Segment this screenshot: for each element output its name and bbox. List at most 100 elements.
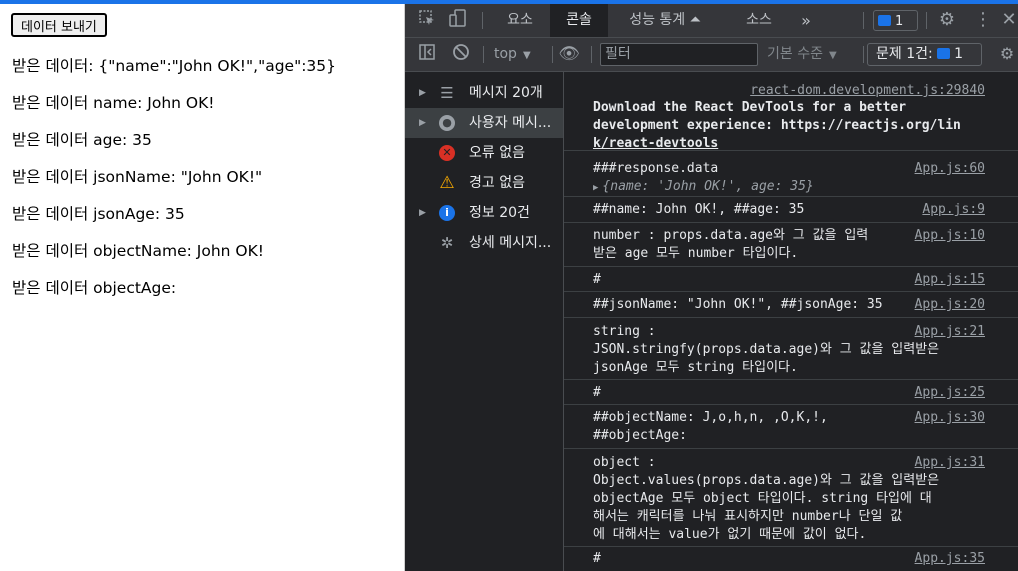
received-objectage-line: 받은 데이터 objectAge: bbox=[12, 279, 177, 297]
issues-count: 1 bbox=[895, 14, 904, 29]
sidebar-item-warnings[interactable]: ⚠ 경고 없음 bbox=[405, 168, 563, 198]
message-source-link[interactable]: react-dom.development.js:29840 bbox=[750, 82, 985, 100]
expand-arrow-icon[interactable]: ▶ bbox=[419, 78, 426, 108]
message-text: Download the React DevTools for a better bbox=[593, 100, 907, 115]
sidebar-item-label: 정보 20건 bbox=[469, 205, 530, 221]
close-devtools-icon[interactable]: ✕ bbox=[997, 9, 1018, 31]
received-name-line: 받은 데이터 name: John OK! bbox=[12, 94, 215, 112]
tab-sources[interactable]: 소스 bbox=[730, 4, 788, 37]
message-text: ##jsonName: "John OK!", ##jsonAge: 35 bbox=[593, 297, 883, 312]
toolbar-divider bbox=[863, 12, 864, 29]
received-age-line: 받은 데이터 age: 35 bbox=[12, 131, 152, 149]
sidebar-item-label: 사용자 메시... bbox=[469, 115, 552, 131]
console-filter-input[interactable]: 필터 bbox=[600, 43, 758, 66]
console-message: App.js:21 string : JSON.stringfy(props.d… bbox=[564, 318, 1018, 380]
info-icon: i bbox=[439, 205, 455, 221]
log-levels-dropdown[interactable]: 기본 수준 ▼ bbox=[767, 38, 837, 71]
error-icon: ✕ bbox=[439, 145, 455, 161]
sidebar-item-errors[interactable]: ✕ 오류 없음 bbox=[405, 138, 563, 168]
message-text: ##name: John OK!, ##age: 35 bbox=[593, 202, 805, 217]
console-message: App.js:31 object : Object.values(props.d… bbox=[564, 449, 1018, 547]
message-source-link[interactable]: App.js:60 bbox=[915, 160, 985, 178]
console-output: react-dom.development.js:29840 Download … bbox=[564, 72, 1018, 571]
message-icon bbox=[937, 47, 951, 59]
context-selector[interactable]: top ▼ bbox=[494, 38, 531, 71]
message-source-link[interactable]: App.js:15 bbox=[915, 271, 985, 289]
dropdown-arrow-icon: ▼ bbox=[828, 50, 837, 61]
console-message: App.js:10 number : props.data.age와 그 값을 … bbox=[564, 223, 1018, 267]
send-data-button[interactable]: 데이터 보내기 bbox=[11, 13, 107, 37]
message-text: 에 대해서는 value가 없기 때문에 값이 없다. bbox=[593, 527, 867, 542]
message-text: ###response.data bbox=[593, 161, 719, 176]
sidebar-item-info[interactable]: ▶ i 정보 20건 bbox=[405, 198, 563, 228]
message-source-link[interactable]: App.js:35 bbox=[915, 550, 985, 568]
sidebar-item-verbose[interactable]: ✲ 상세 메시지... bbox=[405, 228, 563, 258]
issues-counter-value: 1 bbox=[954, 46, 964, 62]
expand-arrow-icon[interactable]: ▶ bbox=[419, 198, 426, 228]
received-jsonname-line: 받은 데이터 jsonName: "John OK!" bbox=[12, 168, 263, 186]
message-text: jsonAge 모두 string 타입이다. bbox=[593, 360, 798, 375]
message-text: JSON.stringfy(props.data.age)와 그 값을 입력받은 bbox=[593, 342, 940, 357]
more-tabs-icon[interactable]: » bbox=[793, 4, 819, 37]
list-icon: ☰ bbox=[440, 84, 454, 102]
devtools-panel: 요소 콘솔 성능 통계 ⏶ 소스 » 1 ⚙ ⋮ ✕ top ▼ 👁 필터 기본 … bbox=[405, 4, 1018, 571]
toolbar-divider bbox=[483, 46, 484, 63]
message-source-link[interactable]: App.js:9 bbox=[922, 201, 985, 219]
message-text: development experience: https://reactjs.… bbox=[593, 118, 961, 133]
console-message: App.js:25 # bbox=[564, 380, 1018, 405]
issues-badge[interactable]: 1 bbox=[873, 10, 918, 31]
more-options-icon[interactable]: ⋮ bbox=[971, 9, 995, 31]
expand-arrow-icon[interactable]: ▶ bbox=[419, 108, 426, 138]
context-selector-label: top bbox=[494, 46, 517, 62]
sidebar-item-user-messages[interactable]: ▶ ● 사용자 메시... bbox=[405, 108, 563, 138]
toolbar-divider bbox=[863, 46, 864, 63]
object-preview[interactable]: ▶ {name: 'John OK!', age: 35} bbox=[593, 178, 814, 197]
tab-elements[interactable]: 요소 bbox=[493, 4, 547, 37]
message-text: # bbox=[593, 551, 601, 566]
console-toolbar: top ▼ 👁 필터 기본 수준 ▼ 문제 1건: 1 ⚙ bbox=[405, 38, 1018, 72]
message-source-link[interactable]: App.js:25 bbox=[915, 384, 985, 402]
sidebar-item-label: 메시지 20개 bbox=[469, 85, 543, 101]
message-text: ##objectName: J,o,h,n, ,O,K,!, bbox=[593, 410, 828, 425]
message-source-link[interactable]: App.js:31 bbox=[915, 454, 985, 472]
warning-icon: ⚠ bbox=[439, 173, 455, 193]
expand-arrow-icon[interactable]: ▶ bbox=[593, 183, 598, 193]
log-levels-label: 기본 수준 bbox=[767, 46, 823, 62]
console-settings-gear-icon[interactable]: ⚙ bbox=[995, 43, 1018, 65]
sidebar-item-label: 경고 없음 bbox=[469, 175, 525, 191]
toolbar-divider bbox=[552, 46, 553, 63]
message-text: 받은 age 모두 number 타입이다. bbox=[593, 246, 799, 261]
console-message: react-dom.development.js:29840 Download … bbox=[564, 72, 1018, 151]
message-text: Object.values(props.data.age)와 그 값을 입력받은 bbox=[593, 473, 940, 488]
toolbar-divider bbox=[591, 46, 592, 63]
device-toolbar-icon[interactable] bbox=[446, 9, 470, 31]
message-text: string : bbox=[593, 324, 656, 339]
message-source-link[interactable]: App.js:20 bbox=[915, 296, 985, 314]
message-source-link[interactable]: App.js:30 bbox=[915, 409, 985, 427]
console-message: App.js:20 ##jsonName: "John OK!", ##json… bbox=[564, 292, 1018, 318]
received-jsonage-line: 받은 데이터 jsonAge: 35 bbox=[12, 205, 185, 223]
dropdown-arrow-icon: ▼ bbox=[522, 50, 531, 61]
live-expression-eye-icon[interactable]: 👁 bbox=[557, 43, 581, 65]
clear-console-icon[interactable] bbox=[449, 43, 473, 65]
tab-performance-insights[interactable]: 성능 통계 ⏶ bbox=[612, 4, 718, 37]
message-text: objectAge 모두 object 타입이다. string 타입에 대 bbox=[593, 491, 932, 506]
console-message: App.js:35 # bbox=[564, 547, 1018, 571]
object-preview-text: {name: 'John OK!', age: 35} bbox=[602, 179, 814, 194]
toolbar-divider bbox=[482, 12, 483, 29]
issues-counter-button[interactable]: 문제 1건: 1 bbox=[867, 43, 982, 66]
sidebar-toggle-icon[interactable] bbox=[415, 43, 439, 65]
message-text: ##objectAge: bbox=[593, 428, 687, 443]
message-source-link[interactable]: App.js:21 bbox=[915, 323, 985, 341]
message-text: # bbox=[593, 385, 601, 400]
console-message: App.js:15 # bbox=[564, 267, 1018, 292]
settings-gear-icon[interactable]: ⚙ bbox=[935, 9, 959, 31]
tab-console[interactable]: 콘솔 bbox=[550, 4, 608, 37]
sidebar-item-messages[interactable]: ▶ ☰ 메시지 20개 bbox=[405, 78, 563, 108]
console-message: App.js:60 ###response.data ▶ {name: 'John… bbox=[564, 151, 1018, 197]
message-source-link[interactable]: App.js:10 bbox=[915, 227, 985, 245]
received-objectname-line: 받은 데이터 objectName: John OK! bbox=[12, 242, 265, 260]
message-text: number : props.data.age와 그 값을 입력 bbox=[593, 228, 869, 243]
inspect-element-icon[interactable] bbox=[415, 9, 439, 31]
console-message: App.js:9 ##name: John OK!, ##age: 35 bbox=[564, 197, 1018, 223]
